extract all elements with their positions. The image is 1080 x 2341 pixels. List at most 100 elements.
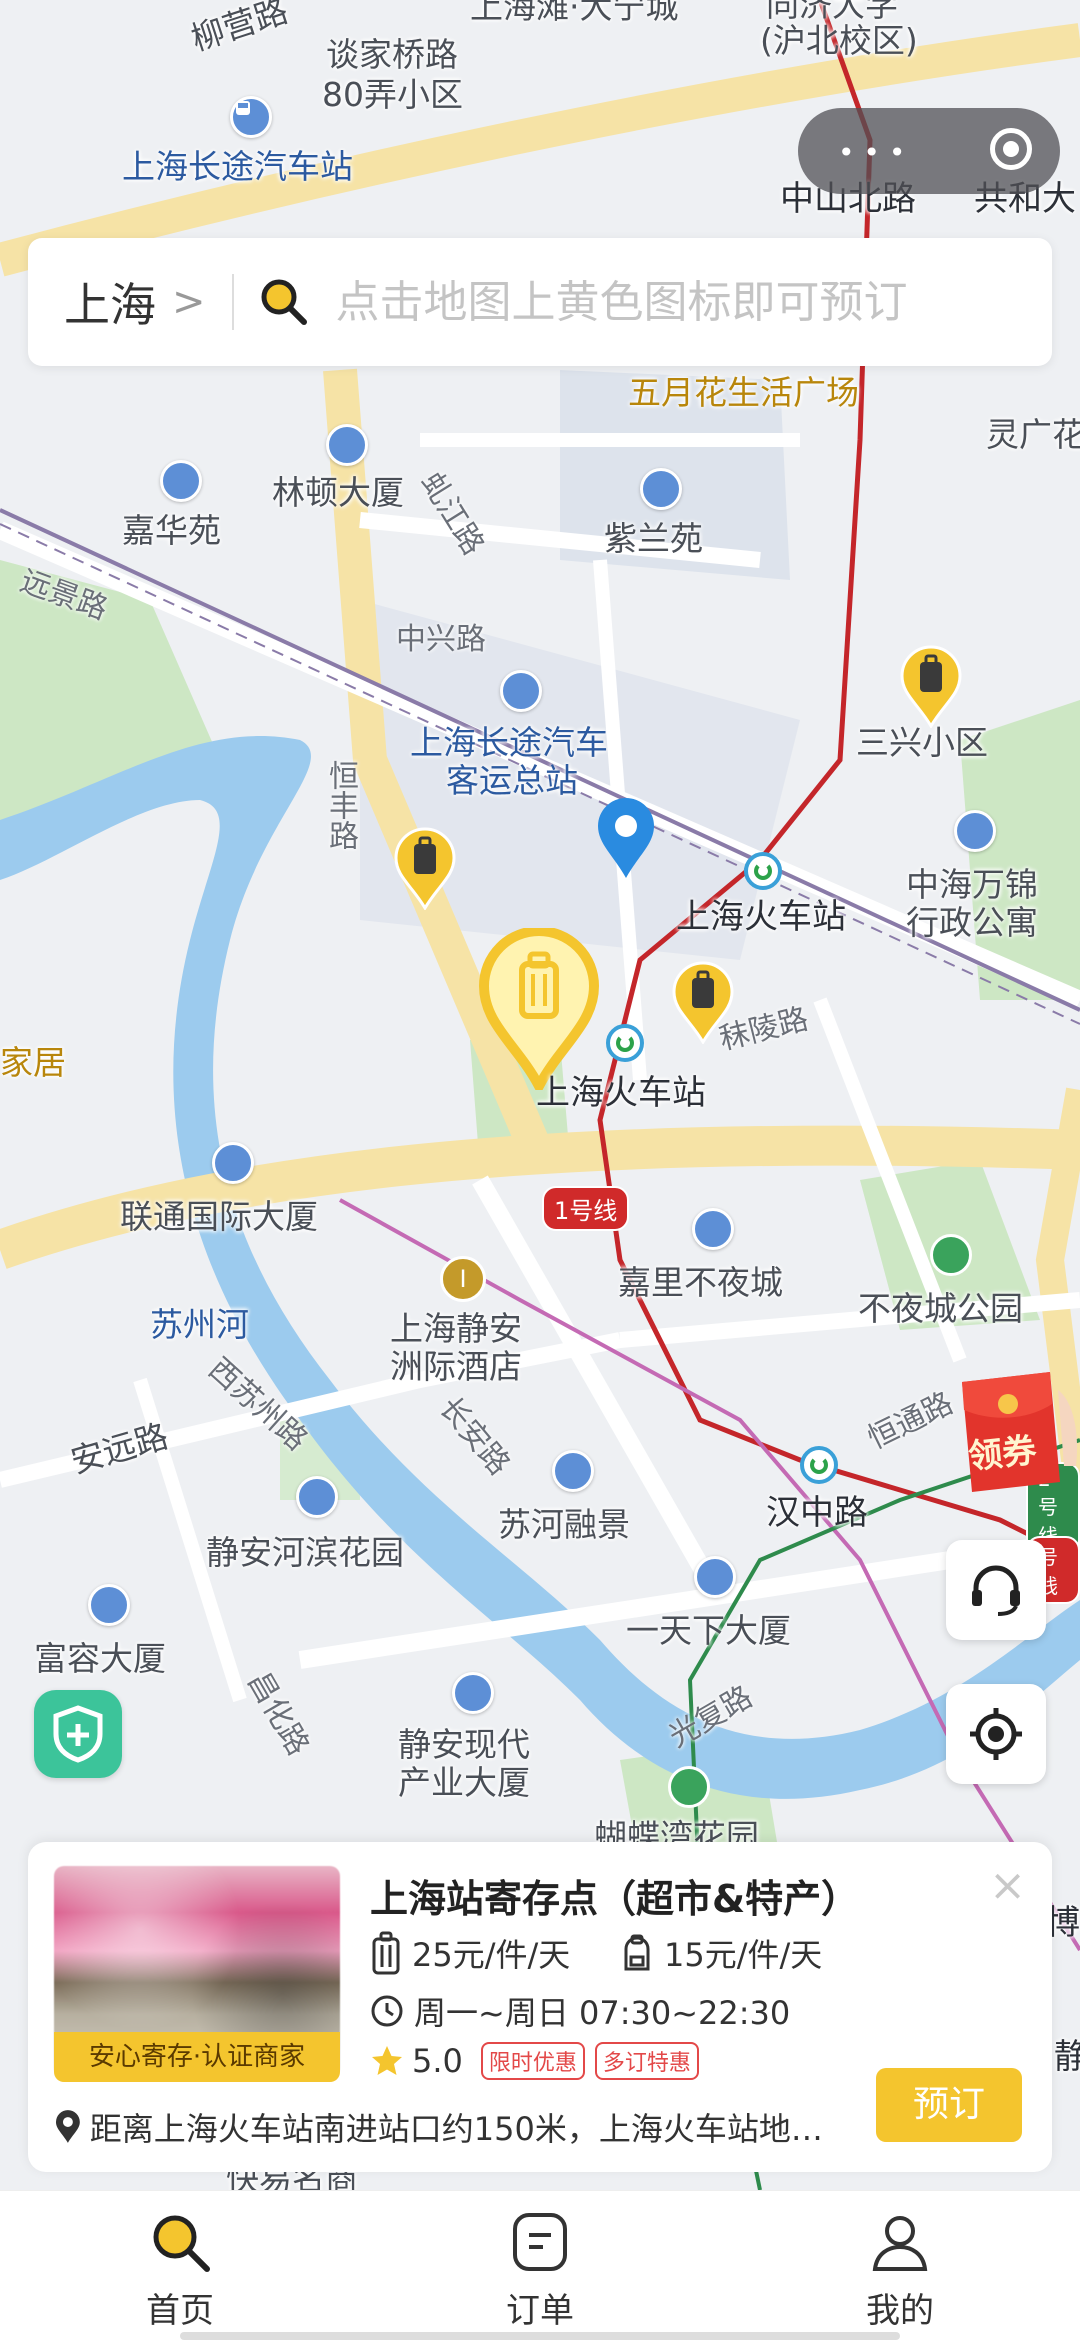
tab-home[interactable]: 首页 xyxy=(0,2191,360,2341)
search-bar[interactable]: 上海 > xyxy=(28,238,1052,366)
map-label-binjiang: 静安河滨花园 xyxy=(206,1533,404,1572)
hotel-icon-intercontinental: I xyxy=(440,1256,486,1302)
building-icon-liantong xyxy=(212,1142,254,1184)
map-label-furong: 富容大厦 xyxy=(34,1639,166,1678)
home-icon-binjiang xyxy=(296,1476,338,1518)
map-label-zilan: 紫兰苑 xyxy=(604,519,703,558)
map-label-jiali: 嘉里不夜城 xyxy=(618,1263,783,1302)
shield-plus-icon xyxy=(53,1705,103,1763)
book-button[interactable]: 预订 xyxy=(876,2068,1022,2142)
map-label-hanzhong: 汉中路 xyxy=(766,1493,868,1533)
search-icon xyxy=(261,279,307,325)
bus-hub-icon xyxy=(500,670,542,712)
star-icon xyxy=(372,2046,402,2075)
map-label-wuyuehua: 五月花生活广场 xyxy=(628,373,859,412)
search-home-icon xyxy=(153,2215,210,2272)
metro-station-icon-a xyxy=(744,852,782,890)
metro-line-1-tag: 1号线 xyxy=(542,1186,630,1231)
map-label-lindun: 林顿大厦 xyxy=(272,473,404,512)
tab-mine[interactable]: 我的 xyxy=(720,2191,1080,2341)
order-list-icon xyxy=(513,2213,567,2271)
address-row[interactable]: 距离上海火车站南进站口约150米，上海火车站地… xyxy=(54,2104,854,2150)
address-text: 距离上海火车站南进站口约150米，上海火车站地… xyxy=(89,2110,823,2148)
backpack-icon xyxy=(624,1934,650,1971)
certified-merchant-badge: 安心寄存·认证商家 xyxy=(54,2032,340,2082)
promo-tag-limited: 限时优惠 xyxy=(480,2042,585,2080)
luggage-pin-hengfeng[interactable] xyxy=(392,826,458,910)
mini-program-capsule[interactable]: • • • xyxy=(798,108,1060,194)
location-pin-icon xyxy=(55,2110,80,2143)
map-label-bus-hub-line2: 客运总站 xyxy=(446,761,578,800)
large-suitcase-icon xyxy=(372,1931,400,1975)
promo-tag-multi: 多订特惠 xyxy=(594,2042,699,2080)
tab-home-label: 首页 xyxy=(146,2291,214,2331)
search-divider xyxy=(231,274,234,330)
close-mini-program-icon[interactable] xyxy=(990,128,1032,170)
small-luggage-price: 15元/件/天 xyxy=(620,1930,822,1976)
map-label-sh-station-b: 上海火车站 xyxy=(536,1073,706,1113)
home-icon-jiahua xyxy=(160,460,202,502)
map-label-suherongjing: 苏河融景 xyxy=(498,1505,630,1544)
storage-point-title: 上海站寄存点（超市&特产） xyxy=(370,1877,860,1921)
business-hours: 周一~周日 07:30~22:30 xyxy=(370,1988,790,2034)
large-luggage-price-text: 25元/件/天 xyxy=(412,1936,571,1974)
map-label-tongji-campus: (沪北校区) xyxy=(760,21,918,60)
user-icon xyxy=(872,2216,928,2271)
map-label-tanjiaqiao: 谈家桥路 xyxy=(326,35,458,74)
home-indicator xyxy=(180,2332,900,2340)
luggage-pin-sanxing[interactable] xyxy=(898,644,964,728)
building-icon-yitianxia xyxy=(694,1556,736,1598)
bottom-tab-bar: 首页 订单 我的 xyxy=(0,2190,1080,2341)
park-icon-buyecheng xyxy=(930,1234,972,1276)
map-label-xiandai-line2: 产业大厦 xyxy=(398,1763,530,1802)
metro-station-icon-hanzhong xyxy=(800,1446,838,1484)
coupon-label: 领券 xyxy=(966,1430,1039,1478)
small-luggage-price-text: 15元/件/天 xyxy=(664,1936,823,1974)
map-label-zhonghai-line2: 行政公寓 xyxy=(906,903,1038,942)
park-icon-hudie xyxy=(668,1766,710,1808)
more-icon[interactable]: • • • xyxy=(838,136,918,169)
map-label-buyecheng: 不夜城公园 xyxy=(858,1289,1023,1328)
rating-value: 5.0 xyxy=(412,2042,463,2080)
map-label-liantong: 联通国际大厦 xyxy=(120,1197,318,1236)
close-card-button[interactable]: × xyxy=(989,1864,1026,1908)
search-input[interactable] xyxy=(333,275,998,329)
tab-mine-label: 我的 xyxy=(866,2291,934,2331)
map-label-yitianxia: 一天下大厦 xyxy=(626,1611,791,1650)
road-label-hengfeng: 恒丰路 xyxy=(323,760,358,850)
rating-row: 5.0 限时优惠 多订特惠 xyxy=(370,2042,709,2080)
map-label-xiandai-line1: 静安现代 xyxy=(398,1725,530,1764)
home-icon-suherongjing xyxy=(552,1450,594,1492)
tab-orders[interactable]: 订单 xyxy=(360,2191,720,2341)
customer-service-button[interactable] xyxy=(946,1540,1046,1640)
map-label-jing: 静 xyxy=(1054,2037,1080,2077)
selected-luggage-pin[interactable] xyxy=(478,926,600,1097)
locate-icon xyxy=(970,1708,1022,1760)
business-hours-text: 周一~周日 07:30~22:30 xyxy=(414,1994,791,2032)
coupon-red-envelope[interactable]: 领券 xyxy=(948,1370,1080,1498)
map-label-jingan-inter-line1: 上海静安 xyxy=(390,1309,522,1348)
chevron-right-icon[interactable]: > xyxy=(172,279,206,325)
map-label-bund: 上海滩·大宁城 xyxy=(470,0,679,26)
building-icon-furong xyxy=(88,1584,130,1626)
map-label-sanxing: 三兴小区 xyxy=(856,723,988,762)
map-label-jiaju: 家居 xyxy=(0,1043,66,1082)
locate-me-button[interactable] xyxy=(946,1684,1046,1784)
home-icon-zilan xyxy=(640,468,682,510)
building-icon-jiali xyxy=(692,1208,734,1250)
insurance-shield-button[interactable] xyxy=(34,1690,122,1778)
map-label-zhonghai-line1: 中海万锦 xyxy=(906,865,1038,904)
bus-station-icon xyxy=(230,96,272,138)
map-label-suzhouhe: 苏州河 xyxy=(150,1305,249,1344)
building-icon-xiandai xyxy=(452,1672,494,1714)
clock-icon xyxy=(371,1995,403,2027)
road-label-zhongxing: 中兴路 xyxy=(396,622,486,657)
large-luggage-price: 25元/件/天 xyxy=(370,1930,570,1976)
map-label-lingguang: 灵广花 xyxy=(986,415,1080,454)
map-label-bus-station: 上海长途汽车站 xyxy=(122,147,353,186)
storage-point-card[interactable]: 安心寄存·认证商家 上海站寄存点（超市&特产） × 25元/件/天 15元/件/… xyxy=(28,1842,1052,2172)
headset-icon xyxy=(972,1565,1020,1616)
map-label-sh-station-a: 上海火车站 xyxy=(676,897,846,937)
map-label-80nong: 80弄小区 xyxy=(322,75,463,114)
city-selector[interactable]: 上海 xyxy=(64,269,156,335)
